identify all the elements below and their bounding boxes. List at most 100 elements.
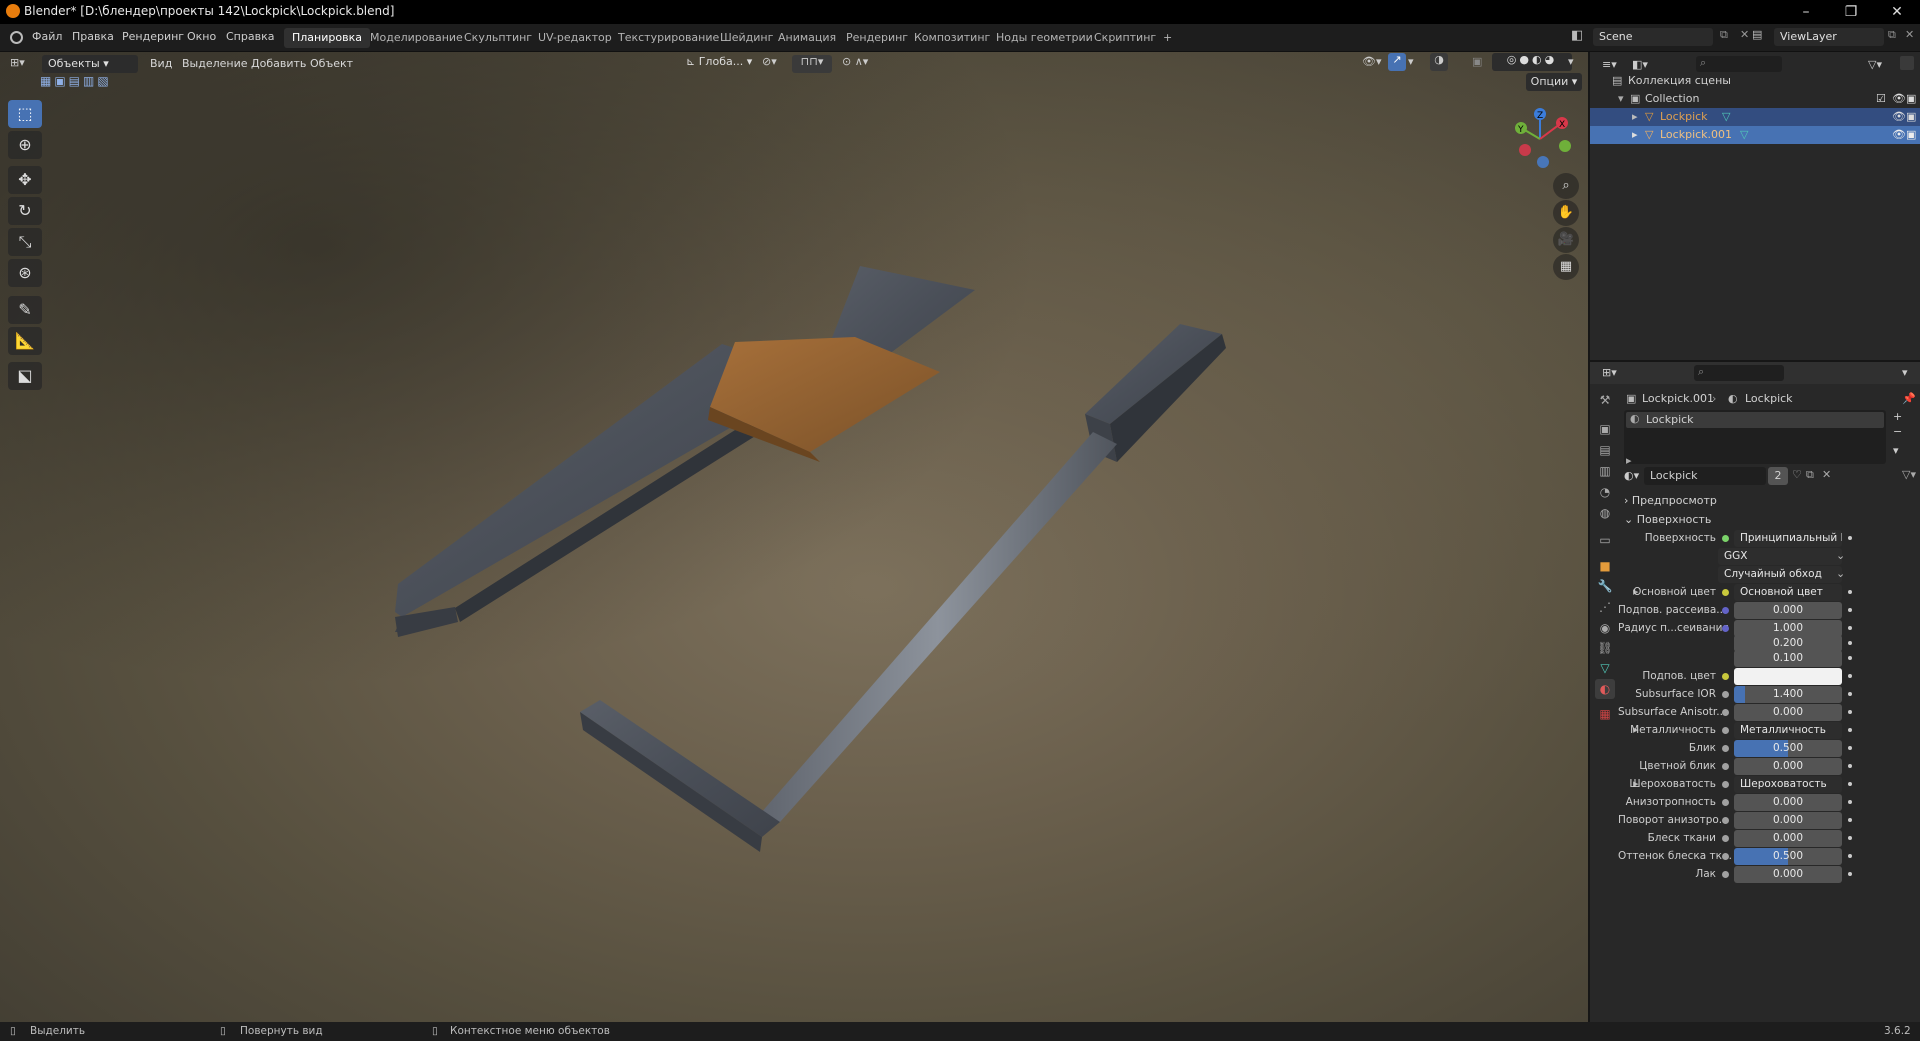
blender-menu-icon[interactable] (10, 31, 23, 44)
viewport-menu-2[interactable]: Добавить (251, 57, 306, 70)
keyframe-dot-icon[interactable] (1848, 692, 1852, 696)
shading-dropdown-icon[interactable]: ▾ (1568, 55, 1574, 68)
material-users-count[interactable]: 2 (1768, 467, 1788, 485)
render-tab-icon[interactable]: ▣ (1595, 419, 1615, 439)
outliner-scene-collection[interactable]: ▤ Коллекция сцены (1590, 72, 1920, 90)
workspace-tab-4[interactable]: Текстурирование (610, 28, 727, 48)
cursor-tool[interactable]: ⊕ (8, 131, 42, 159)
modifier-tab-icon[interactable]: 🔧 (1595, 576, 1615, 596)
keyframe-dot-icon[interactable] (1848, 836, 1852, 840)
keyframe-dot-icon[interactable] (1848, 641, 1852, 645)
prop-field-num[interactable]: 0.000 (1734, 794, 1842, 811)
prop-field-link[interactable]: Основной цвет (1734, 584, 1842, 601)
new-collection-icon[interactable] (1900, 56, 1914, 70)
overlay-toggle-icon[interactable]: ◑ (1430, 53, 1448, 71)
3d-viewport[interactable] (0, 52, 1588, 1022)
minimize-button[interactable]: – (1783, 0, 1829, 24)
socket-dot-icon[interactable] (1722, 625, 1729, 632)
viewport-menu-0[interactable]: Вид (150, 57, 172, 70)
keyframe-dot-icon[interactable] (1848, 728, 1852, 732)
workspace-tab-1[interactable]: Моделирование (362, 28, 471, 48)
transform-orientation[interactable]: ⊾ Глоба... ▾ (686, 55, 756, 73)
keyframe-dot-icon[interactable] (1848, 608, 1852, 612)
prop-field-num[interactable]: 0.000 (1734, 602, 1842, 619)
close-button[interactable]: ✕ (1874, 0, 1920, 24)
socket-dot-icon[interactable] (1722, 817, 1729, 824)
editor-type-icon[interactable]: ⊞▾ (10, 56, 38, 72)
proportional-edit-icon[interactable]: ⊙ ∧▾ (842, 55, 868, 68)
prop-field-num[interactable]: 0.000 (1734, 758, 1842, 775)
unlink-material-icon[interactable]: ✕ (1822, 468, 1831, 481)
delete-scene-icon[interactable]: ✕ (1740, 28, 1749, 41)
socket-dot-icon[interactable] (1722, 589, 1729, 596)
socket-dot-icon[interactable] (1722, 727, 1729, 734)
menu-4[interactable]: Справка (226, 30, 274, 43)
filter-icon[interactable]: ▽▾ (1868, 58, 1882, 71)
prop-field-num[interactable]: 0.000 (1734, 866, 1842, 883)
properties-editor-icon[interactable]: ⊞▾ (1602, 366, 1617, 379)
menu-0[interactable]: Файл (32, 30, 62, 43)
perspective-grid-icon[interactable]: ▦ (1553, 254, 1579, 280)
link-mode-icon[interactable]: ▽▾ (1902, 468, 1916, 481)
scene-selector[interactable]: Scene (1593, 28, 1713, 46)
keyframe-dot-icon[interactable] (1848, 854, 1852, 858)
xray-icon[interactable]: ▣ (1472, 55, 1482, 68)
zoom-icon[interactable]: ⌕ (1553, 173, 1579, 199)
world-tab-icon[interactable]: ◍ (1595, 503, 1615, 523)
keyframe-dot-icon[interactable] (1848, 782, 1852, 786)
material-name-field[interactable]: Lockpick (1644, 467, 1766, 485)
add-workspace-button[interactable]: + (1155, 28, 1180, 48)
preview-panel-header[interactable]: › Предпросмотр (1624, 492, 1914, 510)
output-tab-icon[interactable]: ▤ (1595, 440, 1615, 460)
workspace-tab-10[interactable]: Скриптинг (1086, 28, 1164, 48)
socket-dot-icon[interactable] (1722, 691, 1729, 698)
prop-field-num[interactable]: 0.000 (1734, 812, 1842, 829)
menu-3[interactable]: Окно (187, 30, 216, 43)
navigation-gizmo[interactable]: Z Y X (1505, 104, 1575, 174)
expand-arrow-icon[interactable]: ▸ (1626, 454, 1632, 467)
menu-2[interactable]: Рендеринг (122, 30, 184, 43)
shading-mode-buttons[interactable]: ◎●◐◕ (1492, 53, 1572, 71)
workspace-tab-2[interactable]: Скульптинг (456, 28, 540, 48)
prop-field-link[interactable]: Принципиальный BSDF (1734, 530, 1842, 547)
viewport-menu-1[interactable]: Выделение (182, 57, 248, 70)
pan-hand-icon[interactable]: ✋ (1553, 200, 1579, 226)
collection-tab-icon[interactable]: ▭ (1595, 530, 1615, 550)
select-mode-buttons[interactable]: ▦▣▤▥▧ (40, 74, 124, 90)
keyframe-dot-icon[interactable] (1848, 800, 1852, 804)
workspace-tab-6[interactable]: Анимация (770, 28, 844, 48)
keyframe-dot-icon[interactable] (1848, 536, 1852, 540)
eye-icon[interactable]: 👁 (1892, 90, 1906, 108)
material-tab-icon[interactable]: ◐ (1595, 679, 1615, 699)
socket-dot-icon[interactable] (1722, 745, 1729, 752)
socket-dot-icon[interactable] (1722, 799, 1729, 806)
remove-slot-icon[interactable]: − (1893, 425, 1902, 438)
pivot-icon[interactable]: ⊘▾ (762, 55, 777, 68)
browse-material-icon[interactable]: ◐▾ (1624, 469, 1639, 482)
measure-tool[interactable]: 📐 (8, 327, 42, 355)
display-mode-icon[interactable]: ◧▾ (1632, 58, 1648, 71)
menu-1[interactable]: Правка (72, 30, 114, 43)
socket-dot-icon[interactable] (1722, 853, 1729, 860)
duplicate-material-icon[interactable]: ⧉ (1806, 468, 1814, 482)
prop-field-num[interactable]: 0.000 (1734, 704, 1842, 721)
rotate-tool[interactable]: ↻ (8, 197, 42, 225)
snap-toggle[interactable]: ⊓⊓▾ (792, 55, 832, 73)
scale-tool[interactable]: ⤡ (8, 228, 42, 256)
particles-tab-icon[interactable]: ⋰ (1595, 597, 1615, 617)
prop-field-num[interactable]: 0.500 (1734, 848, 1842, 865)
prop-field-num[interactable]: 0.000 (1734, 830, 1842, 847)
texture-tab-icon[interactable]: ▦ (1595, 704, 1615, 724)
keyframe-dot-icon[interactable] (1848, 746, 1852, 750)
data-tab-icon[interactable]: ▽ (1595, 658, 1615, 678)
new-scene-icon[interactable]: ⧉ (1720, 28, 1728, 42)
gizmo-dropdown-icon[interactable]: ▾ (1408, 55, 1414, 68)
outliner-object-lockpick-001[interactable]: ▸ ▽ Lockpick.001 ▽ 👁 ▣ (1590, 126, 1920, 144)
scene-tab-icon[interactable]: ◔ (1595, 482, 1615, 502)
socket-dot-icon[interactable] (1722, 835, 1729, 842)
keyframe-dot-icon[interactable] (1848, 656, 1852, 660)
prop-field-num[interactable]: 0.100 (1734, 650, 1842, 667)
properties-search-input[interactable]: ⌕ (1694, 365, 1784, 381)
prop-field-link[interactable]: Металличность (1734, 722, 1842, 739)
fake-user-icon[interactable]: ♡ (1792, 468, 1802, 481)
